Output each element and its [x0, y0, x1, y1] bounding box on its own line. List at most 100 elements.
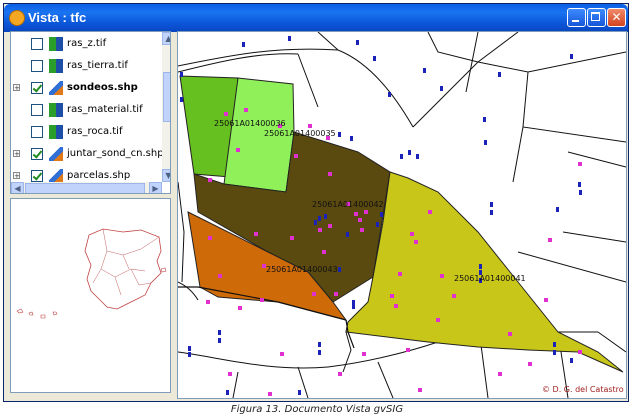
scroll-down-icon[interactable]: ▼ [162, 169, 170, 182]
horizontal-scroll-thumb[interactable] [25, 183, 145, 193]
survey-point-blue [400, 154, 403, 159]
survey-point-magenta [224, 112, 228, 116]
survey-point-blue [570, 358, 573, 363]
survey-point-magenta [294, 154, 298, 158]
copyright-label: © D. G. del Catastro [542, 385, 624, 394]
survey-point-magenta [498, 372, 502, 376]
survey-point-blue [483, 117, 486, 122]
survey-point-magenta [280, 352, 284, 356]
survey-point-magenta [318, 228, 322, 232]
close-icon: ✕ [611, 10, 622, 24]
vector-layer-icon [49, 147, 63, 161]
survey-point-blue [346, 232, 349, 237]
maximize-button[interactable] [587, 8, 606, 27]
layer-row[interactable]: ras_roca.tif [11, 123, 161, 143]
layer-visibility-checkbox[interactable] [31, 60, 43, 72]
raster-layer-icon [49, 125, 63, 139]
survey-point-blue [218, 338, 221, 343]
survey-point-magenta [208, 236, 212, 240]
scroll-up-icon[interactable]: ▲ [162, 32, 170, 45]
title-bar[interactable]: Vista : tfc ✕ [4, 4, 628, 32]
layer-name: ras_roca.tif [67, 126, 123, 137]
balearic-islands [160, 267, 167, 273]
parcel-41[interactable] [345, 171, 624, 373]
survey-point-magenta [358, 218, 362, 222]
layer-visibility-checkbox[interactable] [31, 148, 43, 160]
survey-point-blue [188, 352, 191, 357]
toc-horizontal-scrollbar[interactable]: ◀ ▶ [11, 182, 162, 193]
survey-point-magenta [244, 108, 248, 112]
minimize-button[interactable] [567, 8, 586, 27]
scroll-left-icon[interactable]: ◀ [11, 182, 24, 193]
layer-row[interactable]: ras_material.tif [11, 101, 161, 121]
survey-point-blue [556, 207, 559, 212]
survey-point-magenta [238, 306, 242, 310]
scroll-right-icon[interactable]: ▶ [149, 182, 162, 193]
survey-point-blue [324, 214, 327, 219]
layer-row[interactable]: ras_z.tif [11, 35, 161, 55]
maximize-icon [591, 12, 600, 21]
survey-point-magenta [338, 372, 342, 376]
survey-point-blue [376, 222, 379, 227]
expand-layer-icon[interactable]: + [13, 84, 20, 92]
expand-layer-icon[interactable]: + [13, 150, 20, 158]
survey-point-magenta [394, 304, 398, 308]
survey-point-magenta [362, 352, 366, 356]
expand-layer-icon[interactable]: + [13, 172, 20, 180]
parcel-label-41: 25061A01400041 [454, 274, 526, 283]
survey-point-magenta [428, 210, 432, 214]
survey-point-blue [416, 154, 419, 159]
vertical-scroll-thumb[interactable] [163, 72, 170, 122]
layer-visibility-checkbox[interactable] [31, 38, 43, 50]
raster-layer-icon [49, 59, 63, 73]
survey-point-magenta [544, 298, 548, 302]
table-of-contents: ras_z.tif ras_tierra.tif + sondeos.shp ras_m… [10, 31, 171, 194]
survey-point-magenta [312, 292, 316, 296]
survey-point-blue [356, 40, 359, 45]
gvsig-app-icon [9, 10, 25, 26]
parcel-label-36: 25061A01400036 [214, 119, 286, 128]
survey-point-blue [318, 350, 321, 355]
layer-visibility-checkbox[interactable] [31, 126, 43, 138]
survey-point-magenta [360, 228, 364, 232]
layer-visibility-checkbox[interactable] [31, 104, 43, 116]
raster-layer-icon [49, 37, 63, 51]
survey-point-blue [338, 267, 341, 272]
survey-point-magenta [322, 250, 326, 254]
survey-point-magenta [452, 294, 456, 298]
iberian-peninsula-outline [84, 228, 162, 310]
survey-point-magenta [308, 124, 312, 128]
layer-row[interactable]: + sondeos.shp [11, 79, 161, 99]
survey-point-blue [490, 202, 493, 207]
toc-vertical-scrollbar[interactable]: ▲ ▼ [162, 32, 170, 182]
layer-name: juntar_sond_cn.shp [67, 148, 164, 159]
layer-visibility-checkbox[interactable] [31, 82, 43, 94]
survey-point-blue [226, 390, 229, 395]
survey-point-magenta [436, 318, 440, 322]
survey-point-blue [338, 132, 341, 137]
survey-point-blue [479, 264, 482, 269]
survey-point-magenta [236, 148, 240, 152]
survey-point-magenta [354, 212, 358, 216]
survey-point-blue [579, 190, 582, 195]
layer-row[interactable]: + juntar_sond_cn.shp [11, 145, 164, 165]
parcel-label-43: 25061A01400043 [266, 265, 338, 274]
survey-point-blue [380, 212, 383, 217]
layer-row[interactable]: ras_tierra.tif [11, 57, 161, 77]
close-button[interactable]: ✕ [607, 8, 626, 27]
locator-map[interactable] [10, 198, 171, 393]
raster-layer-icon [49, 103, 63, 117]
survey-point-magenta [548, 238, 552, 242]
survey-point-magenta [328, 172, 332, 176]
survey-point-blue [440, 86, 443, 91]
survey-point-blue [553, 342, 556, 347]
map-canvas[interactable]: 25061A01400036 25061A01400035 25061A0140… [178, 32, 626, 398]
survey-point-magenta [228, 372, 232, 376]
survey-point-magenta [410, 232, 414, 236]
map-view[interactable]: 25061A01400036 25061A01400035 25061A0140… [177, 31, 627, 399]
survey-point-magenta [528, 362, 532, 366]
layer-name: ras_tierra.tif [67, 60, 128, 71]
canary-islands [16, 308, 58, 319]
survey-point-blue [484, 140, 487, 145]
layer-visibility-checkbox[interactable] [31, 170, 43, 182]
